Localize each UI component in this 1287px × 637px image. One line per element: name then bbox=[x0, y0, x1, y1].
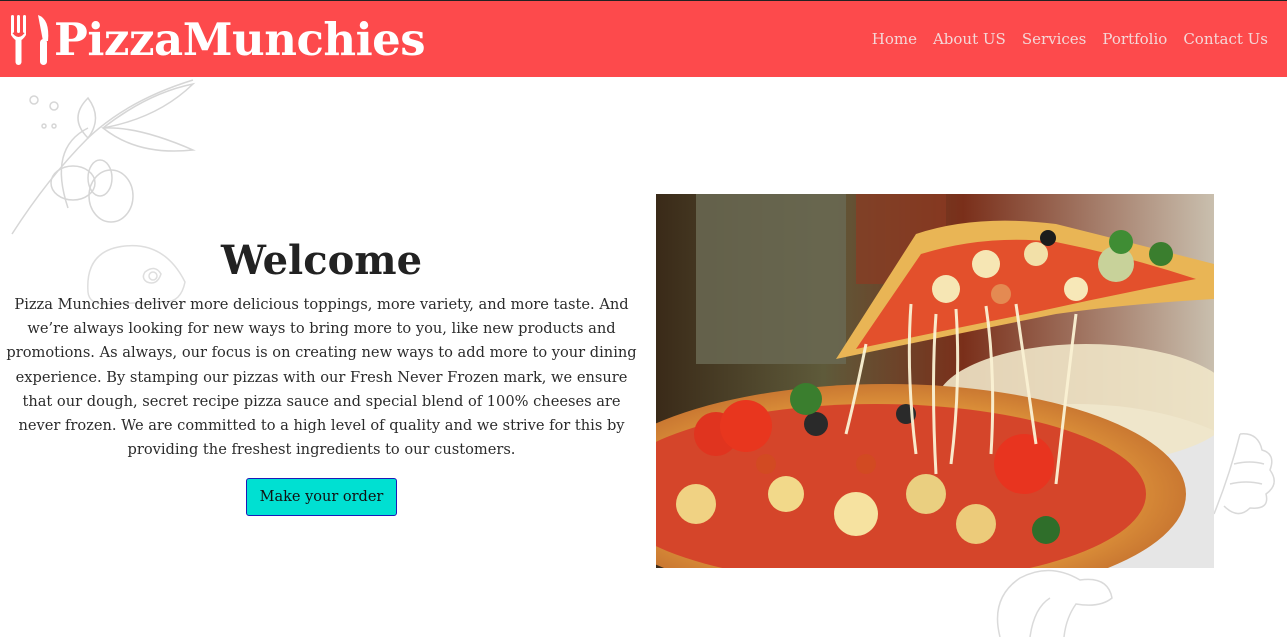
herb-leaf-decoration bbox=[1213, 433, 1275, 515]
intro-paragraph: Pizza Munchies deliver more delicious to… bbox=[6, 296, 637, 459]
nav-portfolio[interactable]: Portfolio bbox=[1102, 29, 1167, 49]
pizza-slice-cheese-pull-photo bbox=[656, 194, 1214, 568]
welcome-heading: Welcome bbox=[220, 237, 423, 284]
mushroom-bottom-decoration bbox=[996, 569, 1113, 637]
nav-home[interactable]: Home bbox=[872, 29, 917, 49]
main-nav: Home About US Services Portfolio Contact… bbox=[856, 29, 1268, 49]
nav-contact-us[interactable]: Contact Us bbox=[1183, 29, 1268, 49]
fork-knife-icon bbox=[11, 15, 49, 65]
brand-logo[interactable]: PizzaMunchies bbox=[10, 13, 426, 67]
site-header: PizzaMunchies Home About US Services Por… bbox=[0, 0, 1287, 77]
nav-services[interactable]: Services bbox=[1022, 29, 1087, 49]
make-order-button[interactable]: Make your order bbox=[246, 478, 397, 516]
brand-name: PizzaMunchies bbox=[54, 13, 426, 66]
nav-about-us[interactable]: About US bbox=[933, 29, 1006, 49]
olive-branch-decoration bbox=[11, 79, 196, 235]
